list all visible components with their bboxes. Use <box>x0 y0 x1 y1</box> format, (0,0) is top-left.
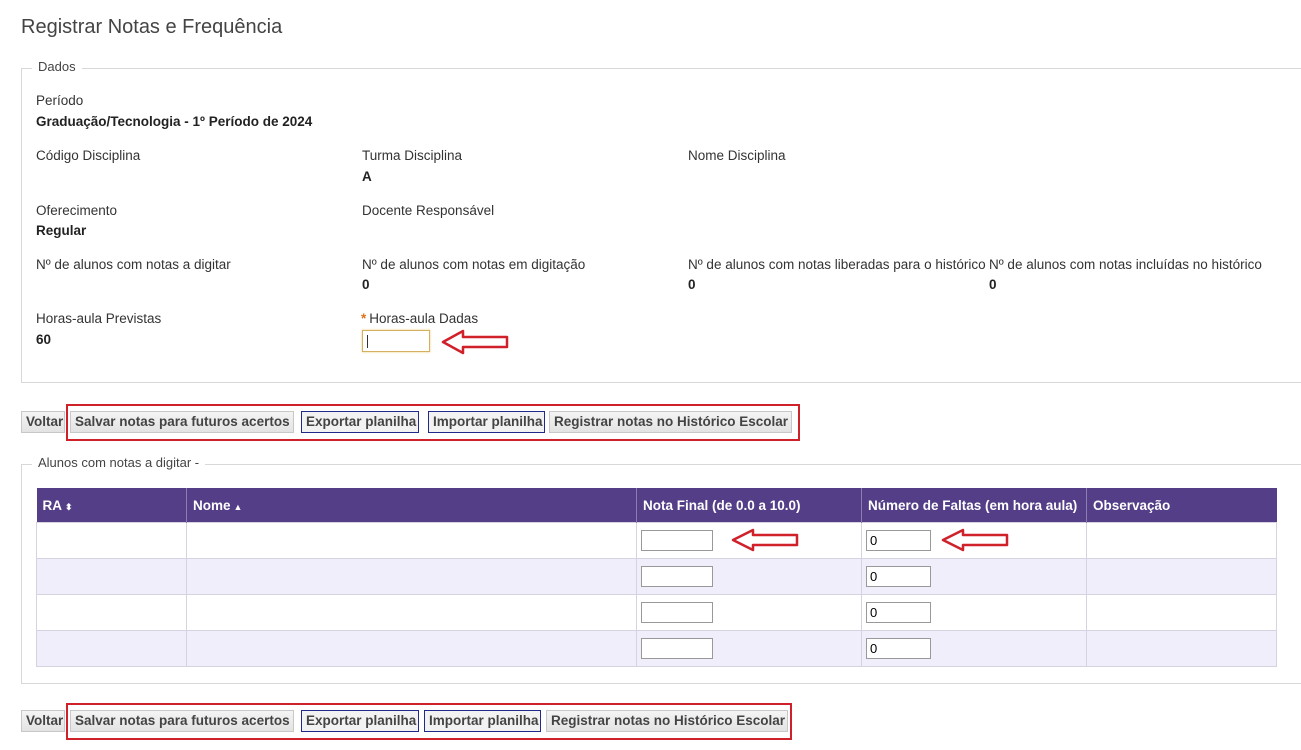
horas-dadas-label: * Horas-aula Dadas <box>361 311 478 326</box>
oferecimento-label: Oferecimento <box>36 203 118 218</box>
alunos-table: RA ⬍ Nome ▲ Nota Final (de 0.0 a 10.0) Núm… <box>36 488 1277 667</box>
alunos-liberadas-label: Nº de alunos com notas liberadas para o … <box>688 257 986 272</box>
registrar-historico-button[interactable]: Registrar notas no Histórico Escolar <box>549 411 792 433</box>
voltar-button-bottom[interactable]: Voltar <box>21 710 65 732</box>
table-header-row: RA ⬍ Nome ▲ Nota Final (de 0.0 a 10.0) Núm… <box>36 488 1277 523</box>
turma-disciplina-label: Turma Disciplina <box>362 148 463 163</box>
alunos-a-digitar-label: Nº de alunos com notas a digitar <box>36 257 231 272</box>
oferecimento-value: Regular <box>36 223 87 238</box>
alunos-legend: Alunos com notas a digitar - <box>32 455 206 470</box>
faltas-input[interactable] <box>866 530 931 551</box>
horas-dadas-label-text: Horas-aula Dadas <box>369 311 479 326</box>
column-nota: Nota Final (de 0.0 a 10.0) <box>636 488 862 523</box>
cell-ra <box>36 630 187 667</box>
horas-previstas-value: 60 <box>36 332 52 347</box>
cell-nome <box>186 594 637 631</box>
periodo-value: Graduação/Tecnologia - 1º Período de 202… <box>36 114 313 129</box>
cell-faltas <box>861 594 1087 631</box>
red-arrow-icon <box>731 528 799 552</box>
column-nome-label: Nome <box>193 497 231 513</box>
importar-planilha-button[interactable]: Importar planilha <box>428 411 545 433</box>
required-marker: * <box>361 311 367 326</box>
column-faltas: Número de Faltas (em hora aula) <box>861 488 1087 523</box>
alunos-liberadas-value: 0 <box>688 277 696 292</box>
cell-nome <box>186 558 637 595</box>
nome-disciplina-label: Nome Disciplina <box>688 148 786 163</box>
alunos-em-digitacao-value: 0 <box>362 277 370 292</box>
column-nome[interactable]: Nome ▲ <box>186 488 637 523</box>
cell-nota <box>636 558 862 595</box>
exportar-planilha-button-bottom[interactable]: Exportar planilha <box>301 710 419 732</box>
cell-faltas <box>861 630 1087 667</box>
table-row <box>36 522 1277 559</box>
salvar-notas-button-bottom[interactable]: Salvar notas para futuros acertos <box>70 710 294 732</box>
nota-input[interactable] <box>641 566 713 587</box>
cell-ra <box>36 594 187 631</box>
cell-observacao <box>1086 522 1277 559</box>
exportar-planilha-button[interactable]: Exportar planilha <box>301 411 419 433</box>
alunos-incluidas-value: 0 <box>989 277 997 292</box>
registrar-historico-button-bottom[interactable]: Registrar notas no Histórico Escolar <box>546 710 788 732</box>
cell-observacao <box>1086 630 1277 667</box>
nota-input[interactable] <box>641 602 713 623</box>
codigo-disciplina-label: Código Disciplina <box>36 148 141 163</box>
column-ra[interactable]: RA ⬍ <box>36 488 187 523</box>
table-row <box>36 630 1277 667</box>
cell-nota <box>636 630 862 667</box>
column-ra-label: RA <box>42 497 63 513</box>
horas-dadas-input[interactable] <box>362 330 430 352</box>
cell-faltas <box>861 558 1087 595</box>
nota-input[interactable] <box>641 530 713 551</box>
red-arrow-icon <box>941 528 1009 552</box>
cell-nome <box>186 630 637 667</box>
dados-legend: Dados <box>32 59 82 74</box>
importar-planilha-button-bottom[interactable]: Importar planilha <box>424 710 541 732</box>
text-caret <box>367 335 368 348</box>
cell-observacao <box>1086 558 1277 595</box>
salvar-notas-button[interactable]: Salvar notas para futuros acertos <box>70 411 294 433</box>
faltas-input[interactable] <box>866 566 931 587</box>
alunos-incluidas-label: Nº de alunos com notas incluídas no hist… <box>989 257 1262 272</box>
cell-nome <box>186 522 637 559</box>
alunos-em-digitacao-label: Nº de alunos com notas em digitação <box>362 257 586 272</box>
faltas-input[interactable] <box>866 602 931 623</box>
table-row <box>36 558 1277 595</box>
faltas-input[interactable] <box>866 638 931 659</box>
column-observacao: Observação <box>1086 488 1277 523</box>
nota-input[interactable] <box>641 638 713 659</box>
turma-disciplina-value: A <box>362 169 372 184</box>
voltar-button[interactable]: Voltar <box>21 411 65 433</box>
page-title: Registrar Notas e Frequência <box>21 16 283 38</box>
cell-observacao <box>1086 594 1277 631</box>
sort-both-icon: ⬍ <box>65 501 73 512</box>
cell-ra <box>36 558 187 595</box>
cell-ra <box>36 522 187 559</box>
horas-previstas-label: Horas-aula Previstas <box>36 311 162 326</box>
table-row <box>36 594 1277 631</box>
red-arrow-icon <box>441 329 509 355</box>
periodo-label: Período <box>36 93 84 108</box>
docente-label: Docente Responsável <box>362 203 495 218</box>
cell-nota <box>636 594 862 631</box>
sort-asc-icon: ▲ <box>233 501 243 512</box>
